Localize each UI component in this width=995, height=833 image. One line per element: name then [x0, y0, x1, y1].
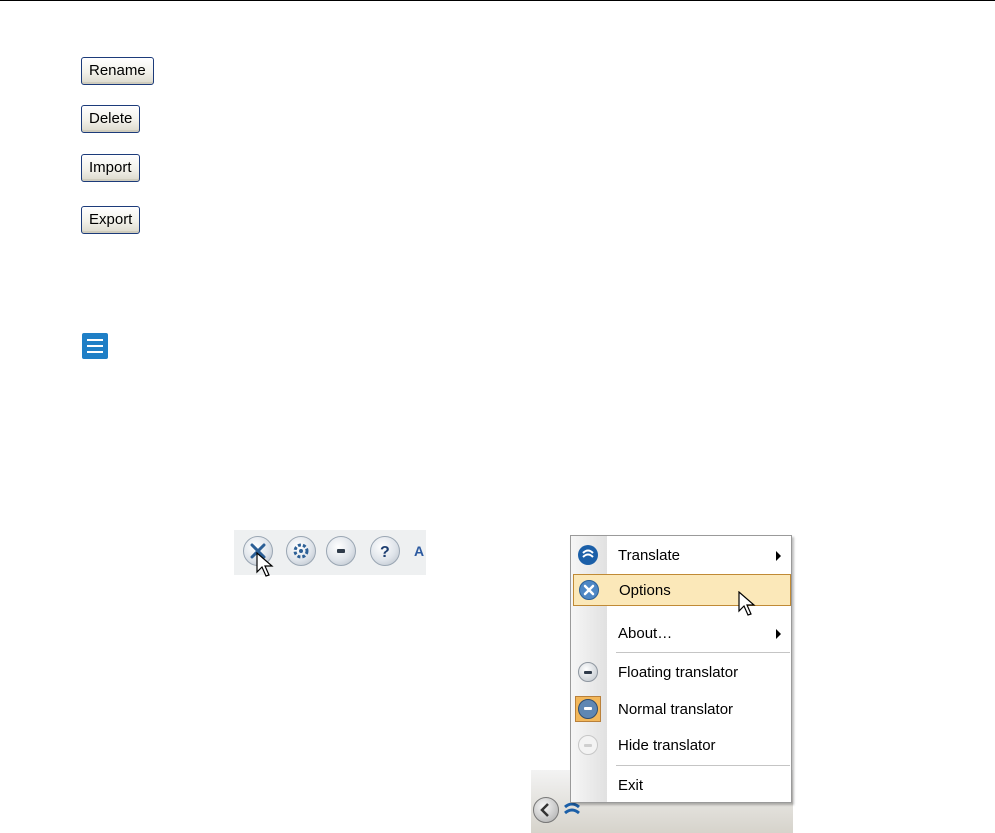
export-button[interactable]: Export: [81, 206, 141, 234]
menu-item-label: About…: [618, 625, 673, 642]
menu-item-label: Hide translator: [618, 737, 716, 754]
svg-text:?: ?: [380, 544, 390, 561]
menu-item-floating-translator[interactable]: Floating translator: [571, 656, 791, 688]
submenu-arrow-icon: [776, 551, 781, 561]
checked-indicator: [575, 696, 601, 722]
rename-button[interactable]: Rename: [81, 57, 154, 85]
translator-toolbar: ? A: [234, 530, 426, 577]
menu-item-label: Options: [619, 582, 671, 599]
menu-item-label: Floating translator: [618, 664, 739, 681]
menu-item-options[interactable]: Options: [573, 574, 791, 616]
mouse-pointer-icon: [738, 591, 756, 616]
hide-translator-icon: [578, 735, 598, 755]
top-divider: [0, 0, 995, 1]
menu-separator: [616, 652, 790, 653]
menu-item-about[interactable]: About…: [571, 617, 791, 649]
submenu-arrow-icon: [776, 629, 781, 639]
menu-item-hide-translator[interactable]: Hide translator: [571, 729, 791, 761]
floating-translator-icon[interactable]: [326, 536, 356, 566]
floating-translator-icon: [578, 662, 598, 682]
translate-icon: [578, 545, 598, 565]
menu-item-normal-translator[interactable]: Normal translator: [571, 693, 791, 725]
options-icon: [579, 580, 599, 600]
import-button[interactable]: Import: [81, 154, 140, 182]
toolbar-overflow-label: A: [414, 543, 425, 559]
tray-context-menu: Translate Options About… Floating transl…: [570, 535, 792, 803]
menu-item-label: Exit: [618, 777, 644, 794]
menu-separator: [616, 765, 790, 766]
hamburger-menu-icon[interactable]: [82, 333, 108, 359]
help-icon[interactable]: ?: [370, 536, 400, 566]
normal-translator-icon: [578, 699, 598, 719]
menu-item-label: Translate: [618, 547, 680, 564]
tray-expand-icon[interactable]: [533, 797, 559, 823]
menu-item-translate[interactable]: Translate: [571, 539, 791, 571]
settings-icon[interactable]: [286, 536, 316, 566]
translator-tray-icon[interactable]: [562, 800, 582, 820]
menu-item-label: Normal translator: [618, 701, 734, 718]
delete-button[interactable]: Delete: [81, 105, 141, 133]
mouse-pointer-icon: [256, 552, 274, 577]
menu-item-exit[interactable]: Exit: [571, 769, 791, 801]
